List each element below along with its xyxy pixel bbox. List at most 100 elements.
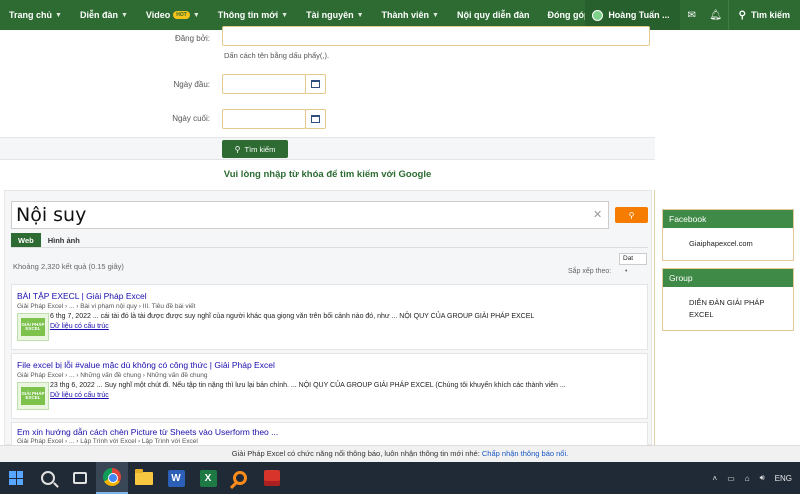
result-title[interactable]: File excel bị lỗi #value mặc dù không có… <box>17 360 275 370</box>
posted-by-input[interactable] <box>222 26 650 46</box>
chevron-down-icon: ▼ <box>120 11 128 19</box>
accept-notifications-link[interactable]: Chấp nhận thông báo nổi. <box>482 449 568 458</box>
nav-search-button[interactable]: ⚲ Tìm kiếm <box>727 0 800 30</box>
excel-icon: X <box>199 469 217 487</box>
result-breadcrumb: Giải Pháp Excel › ... › Lập Trình với Ex… <box>17 438 198 445</box>
nav-video[interactable]: Video HOT ▼ <box>137 0 209 30</box>
sort-select[interactable]: Dat <box>619 253 647 265</box>
folder-icon <box>135 468 153 485</box>
facebook-widget-title: Facebook <box>663 210 793 228</box>
search-icon: ⚲ <box>234 144 241 154</box>
sort-dot: • <box>625 268 628 275</box>
facebook-link[interactable]: Giaiphapexcel.com <box>663 228 793 260</box>
google-search-button[interactable]: ⚲ <box>615 207 648 223</box>
chevron-down-icon: ▼ <box>281 11 289 19</box>
result-thumbnail[interactable]: GIẢI PHÁP EXCEL <box>17 382 49 410</box>
nav-news-label: Thông tin mới <box>217 10 279 20</box>
submit-search-button[interactable]: ⚲ Tìm kiếm <box>222 140 288 158</box>
result-title[interactable]: Em xin hướng dẫn cách chèn Picture từ Sh… <box>17 427 278 437</box>
structured-data-link[interactable]: Dữ liệu có cấu trúc <box>50 323 109 330</box>
system-tray: ˄ ▭ ⌂ 🔊︎ ENG <box>708 462 800 494</box>
search-form: Đăng bởi: Dấn cách tên bằng dấu phẩy(,).… <box>0 26 655 190</box>
word-icon: W <box>167 469 185 487</box>
search-tabs: Web Hình ảnh <box>11 233 87 247</box>
nav-rules-label: Nội quy diễn đàn <box>456 10 530 20</box>
taskbar-search[interactable] <box>32 462 64 494</box>
battery-icon[interactable]: ▭ <box>727 474 735 483</box>
bell-icon[interactable]: 🔔︎ <box>704 0 728 30</box>
result-count: Khoảng 2,320 kết quả (0.15 giây) <box>13 262 124 271</box>
result-snippet: 23 thg 6, 2022 ... Suy nghĩ một chút đi.… <box>50 382 566 389</box>
structured-data-link[interactable]: Dữ liệu có cấu trúc <box>50 392 109 399</box>
language-indicator[interactable]: ENG <box>775 474 792 483</box>
search-icon: ⚲ <box>628 210 635 220</box>
thumbnail-logo: GIẢI PHÁP EXCEL <box>21 318 45 336</box>
result-thumbnail[interactable]: GIẢI PHÁP EXCEL <box>17 313 49 341</box>
taskbar: W X ˄ ▭ ⌂ 🔊︎ ENG <box>0 462 800 494</box>
group-widget: Group DIỄN ĐÀN GIẢI PHÁP EXCEL <box>662 268 794 332</box>
user-name: Hoàng Tuấn ... <box>608 10 670 20</box>
search-result: BÀI TẬP EXECL | Giải Pháp Excel Giải Phá… <box>11 284 648 350</box>
main-panel: Đăng bởi: Dấn cách tên bằng dấu phẩy(,).… <box>0 26 655 445</box>
start-button[interactable] <box>0 462 32 494</box>
nav-forum-label: Diễn đàn <box>79 10 118 20</box>
red-app[interactable] <box>256 462 288 494</box>
tabs-divider <box>11 247 648 248</box>
google-search-input[interactable]: Nội suy <box>11 201 609 229</box>
search-result: Em xin hướng dẫn cách chèn Picture từ Sh… <box>11 422 648 445</box>
result-breadcrumb: Giải Pháp Excel › ... › Bài vi phạm nội … <box>17 303 196 310</box>
task-view-icon <box>73 472 87 484</box>
result-snippet: 6 thg 7, 2022 ... cái tài đó là tài được… <box>50 313 535 320</box>
chrome-icon <box>103 468 121 486</box>
start-date-calendar-button[interactable] <box>305 74 326 94</box>
result-title[interactable]: BÀI TẬP EXECL | Giải Pháp Excel <box>17 291 147 301</box>
end-date-input[interactable] <box>222 109 306 129</box>
chevron-down-icon: ▼ <box>55 11 62 19</box>
start-date-input[interactable] <box>222 74 306 94</box>
chevron-up-icon[interactable]: ˄ <box>713 474 718 483</box>
posted-by-label: Đăng bởi: <box>174 34 210 43</box>
facebook-widget: Facebook Giaiphapexcel.com <box>662 209 794 261</box>
end-date-calendar-button[interactable] <box>305 109 326 129</box>
nav-donate-label: Đóng góp <box>547 10 590 20</box>
chrome-app[interactable] <box>96 462 128 494</box>
inbox-icon[interactable]: ✉ <box>680 0 704 30</box>
sort-label: Sắp xếp theo: <box>568 268 612 275</box>
word-app[interactable]: W <box>160 462 192 494</box>
task-view-button[interactable] <box>64 462 96 494</box>
search-app[interactable] <box>224 462 256 494</box>
network-icon[interactable]: ⌂ <box>745 474 750 483</box>
notification-bar: Giải Pháp Excel có chức năng nổi thông b… <box>0 445 800 462</box>
chevron-down-icon: ▼ <box>356 11 364 19</box>
chevron-down-icon: ▼ <box>192 11 200 19</box>
calendar-icon <box>311 115 320 123</box>
avatar <box>592 9 604 21</box>
group-link[interactable]: DIỄN ĐÀN GIẢI PHÁP EXCEL <box>663 287 793 330</box>
search-icon: ⚲ <box>738 9 746 21</box>
clear-icon[interactable]: ✕ <box>593 208 602 221</box>
end-date-label: Ngày cuối: <box>172 114 210 123</box>
nav-video-label: Video <box>145 10 171 20</box>
excel-app[interactable]: X <box>192 462 224 494</box>
right-sidebar: Facebook Giaiphapexcel.com Group DIỄN ĐÀ… <box>656 30 800 445</box>
start-date-label: Ngày đầu: <box>173 80 210 89</box>
nav-resources-label: Tài nguyên <box>306 10 354 20</box>
notification-text: Giải Pháp Excel có chức năng nổi thông b… <box>231 449 482 458</box>
nav-forum[interactable]: Diễn đàn ▼ <box>71 0 137 30</box>
chevron-down-icon: ▼ <box>432 11 439 19</box>
search-result: File excel bị lỗi #value mặc dù không có… <box>11 353 648 419</box>
nav-search-label: Tìm kiếm <box>750 10 790 20</box>
nav-home[interactable]: Trang chủ ▼ <box>0 0 71 30</box>
tab-web[interactable]: Web <box>11 233 41 247</box>
thumbnail-logo: GIẢI PHÁP EXCEL <box>21 387 45 405</box>
google-search-panel: Nội suy ✕ ⚲ Web Hình ảnh Khoảng 2,320 kế… <box>4 190 652 445</box>
calendar-icon <box>311 80 320 88</box>
windows-icon <box>9 471 23 485</box>
volume-icon[interactable]: 🔊︎ <box>760 473 765 483</box>
result-breadcrumb: Giải Pháp Excel › ... › Những vấn đề chu… <box>17 372 208 379</box>
tab-images[interactable]: Hình ảnh <box>41 233 87 247</box>
submit-search-label: Tìm kiếm <box>244 144 276 154</box>
app-icon <box>264 470 280 486</box>
explorer-app[interactable] <box>128 462 160 494</box>
magnifier-app-icon <box>233 471 247 485</box>
